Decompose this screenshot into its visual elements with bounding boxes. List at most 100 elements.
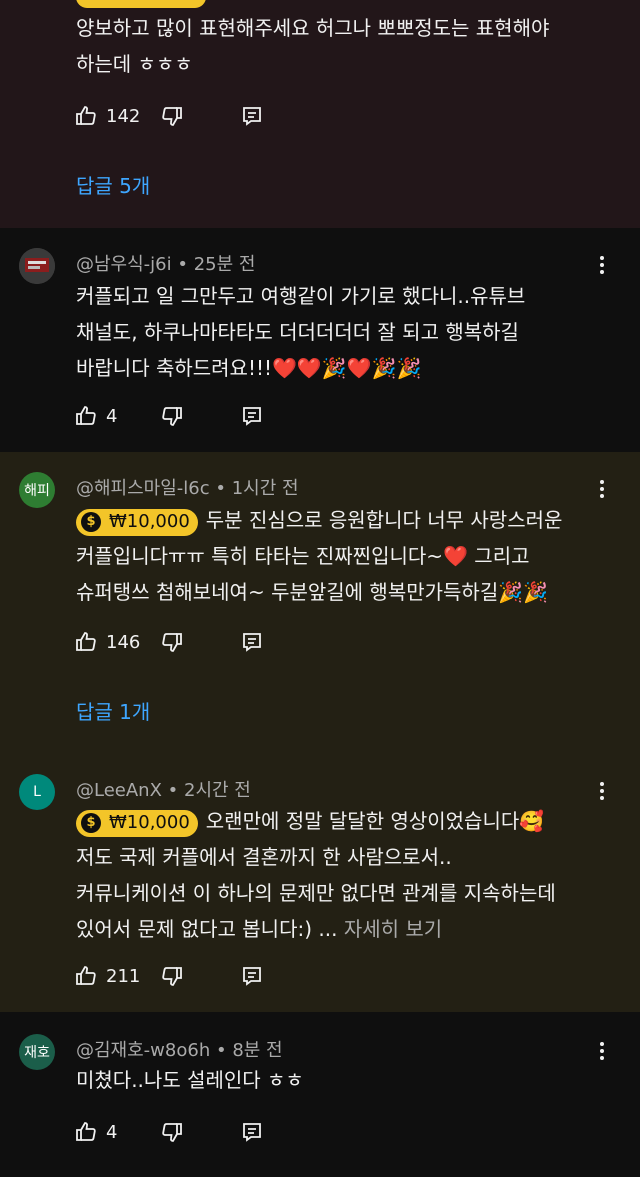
more-vertical-icon[interactable]: [592, 778, 612, 804]
comment-actions: 146: [74, 627, 140, 657]
dislike-button[interactable]: [160, 627, 184, 657]
comment-time: 25분 전: [193, 254, 256, 275]
thumbs-down-icon: [162, 967, 182, 986]
comment-reply-icon: [243, 1123, 261, 1142]
comment-line: 미쳤다..나도 설레인다 ㅎㅎ: [76, 1068, 304, 1092]
reply-button[interactable]: [240, 961, 264, 991]
like-button[interactable]: 142: [74, 104, 140, 128]
comment-line-text: 있어서 문제 없다고 봅니다:) ...: [76, 917, 338, 941]
thumbs-up-icon: [76, 966, 96, 985]
dislike-button[interactable]: [160, 1117, 184, 1147]
like-button[interactable]: 4: [74, 404, 117, 428]
reply-button[interactable]: [240, 1117, 264, 1147]
comment-reply-icon: [243, 967, 261, 986]
comment-actions: 4: [74, 1117, 117, 1147]
comment-meta: @해피스마일-l6c • 1시간 전: [76, 474, 299, 500]
comment-actions: 4: [74, 401, 117, 431]
coin-icon: $: [81, 813, 101, 833]
thumbs-down-icon: [162, 107, 182, 126]
comment-line: 저도 국제 커플에서 결혼까지 한 사람으로서..: [76, 845, 452, 869]
comment-meta: @LeeAnX • 2시간 전: [76, 776, 251, 802]
comment-reply-icon: [243, 407, 261, 426]
thumbs-down-icon: [162, 1123, 182, 1142]
comment-line: 하는데 ㅎㅎㅎ: [76, 52, 193, 76]
more-vertical-icon[interactable]: [592, 476, 612, 502]
avatar[interactable]: [19, 248, 55, 284]
dislike-button[interactable]: [160, 401, 184, 431]
reply-button[interactable]: [240, 627, 264, 657]
avatar-initials: 해피: [24, 483, 50, 499]
comment-time: 1시간 전: [231, 478, 299, 499]
comment-line: 채널도, 하쿠나마타타도 더더더더더 잘 되고 행복하길: [76, 320, 519, 344]
like-button[interactable]: 4: [74, 1120, 117, 1144]
comment-line: $ ₩10,000 두분 진심으로 응원합니다 너무 사랑스러운: [76, 502, 616, 538]
super-thanks-amount: ₩10,000: [109, 812, 190, 833]
comment-thread-0: 양보하고 많이 표현해주세요 허그나 뽀뽀정도는 표현해야 하는데 ㅎㅎㅎ 14…: [0, 0, 640, 228]
comment-text: 미쳤다..나도 설레인다 ㅎㅎ: [76, 1062, 616, 1098]
comment-author[interactable]: @남우식-j6i: [76, 254, 172, 275]
super-thanks-amount: ₩10,000: [109, 511, 190, 532]
comment-actions: 142: [74, 101, 140, 131]
like-count: 4: [106, 405, 118, 427]
thumbs-up-icon: [76, 406, 96, 425]
avatar-initials: 재호: [24, 1045, 50, 1061]
read-more-link[interactable]: 자세히 보기: [344, 917, 442, 941]
comment-thread-2: 해피 @해피스마일-l6c • 1시간 전 $ ₩10,000 두분 진심으로 응원…: [0, 452, 640, 748]
meta-separator: •: [167, 780, 184, 801]
comment-line: 양보하고 많이 표현해주세요 허그나 뽀뽀정도는 표현해야: [76, 16, 550, 40]
comment-thread-1: @남우식-j6i • 25분 전 커플되고 일 그만두고 여행같이 가기로 했다…: [0, 228, 640, 452]
comment-thread-3: L @LeeAnX • 2시간 전 $ ₩10,000 오랜만에 정말 달달한 영상…: [0, 748, 640, 1012]
reply-button[interactable]: [240, 101, 264, 131]
coin-icon: $: [81, 512, 101, 532]
dislike-button[interactable]: [160, 961, 184, 991]
super-thanks-badge-clipped: [76, 0, 206, 8]
comment-reply-icon: [243, 633, 261, 652]
comment-line: 커뮤니케이션 이 하나의 문제만 없다면 관계를 지속하는데: [76, 881, 556, 905]
more-vertical-icon[interactable]: [592, 252, 612, 278]
like-count: 4: [106, 1121, 118, 1143]
dislike-button[interactable]: [160, 101, 184, 131]
view-replies-link[interactable]: 답글 1개: [76, 696, 150, 725]
like-button[interactable]: 211: [74, 964, 140, 988]
more-vertical-icon[interactable]: [592, 1038, 612, 1064]
super-thanks-badge: $ ₩10,000: [76, 508, 198, 536]
comment-author[interactable]: @해피스마일-l6c: [76, 478, 210, 499]
like-count: 142: [106, 105, 141, 127]
avatar[interactable]: 재호: [19, 1034, 55, 1070]
comment-actions: 211: [74, 961, 140, 991]
comment-line-text: 두분 진심으로 응원합니다 너무 사랑스러운: [205, 508, 563, 532]
comment-author[interactable]: @LeeAnX: [76, 780, 162, 801]
comment-line-text: 오랜만에 정말 달달한 영상이었습니다🥰: [205, 809, 545, 833]
thumbs-down-icon: [162, 633, 182, 652]
comment-line: 커플되고 일 그만두고 여행같이 가기로 했다니..유튜브: [76, 284, 526, 308]
like-button[interactable]: 146: [74, 630, 140, 654]
comment-meta: @김재호-w8o6h • 8분 전: [76, 1036, 283, 1062]
avatar-initials: L: [33, 784, 41, 800]
avatar[interactable]: L: [19, 774, 55, 810]
comment-line: 슈퍼탱쓰 첨해보네여~ 두분앞길에 행복만가득하길🎉🎉: [76, 580, 549, 604]
super-thanks-badge: $ ₩10,000: [76, 809, 198, 837]
comment-time: 8분 전: [232, 1040, 283, 1061]
like-count: 146: [106, 631, 141, 653]
meta-separator: •: [177, 254, 194, 275]
comment-reply-icon: [243, 107, 261, 126]
comment-meta: @남우식-j6i • 25분 전: [76, 250, 255, 276]
view-replies-link[interactable]: 답글 5개: [76, 170, 150, 199]
comment-line: $ ₩10,000 오랜만에 정말 달달한 영상이었습니다🥰: [76, 803, 616, 839]
avatar[interactable]: 해피: [19, 472, 55, 508]
thumbs-up-icon: [76, 632, 96, 651]
like-count: 211: [106, 965, 141, 987]
thumbs-up-icon: [76, 106, 96, 125]
thumbs-up-icon: [76, 1122, 96, 1141]
comment-thread-4: 재호 @김재호-w8o6h • 8분 전 미쳤다..나도 설레인다 ㅎㅎ 4: [0, 1012, 640, 1177]
comment-text: 양보하고 많이 표현해주세요 허그나 뽀뽀정도는 표현해야 하는데 ㅎㅎㅎ: [76, 10, 616, 82]
comment-author[interactable]: @김재호-w8o6h: [76, 1040, 210, 1061]
comment-text: 커플되고 일 그만두고 여행같이 가기로 했다니..유튜브 채널도, 하쿠나마타…: [76, 278, 616, 386]
avatar-image-icon: [19, 248, 55, 284]
reply-button[interactable]: [240, 401, 264, 431]
comment-time: 2시간 전: [184, 780, 251, 801]
comment-line: 있어서 문제 없다고 봅니다:) ... 자세히 보기: [76, 911, 616, 947]
thumbs-down-icon: [162, 407, 182, 426]
meta-separator: •: [215, 478, 232, 499]
comment-line: 커플입니다ㅠㅠ 특히 타타는 진짜찐입니다~❤️ 그리고: [76, 544, 530, 568]
